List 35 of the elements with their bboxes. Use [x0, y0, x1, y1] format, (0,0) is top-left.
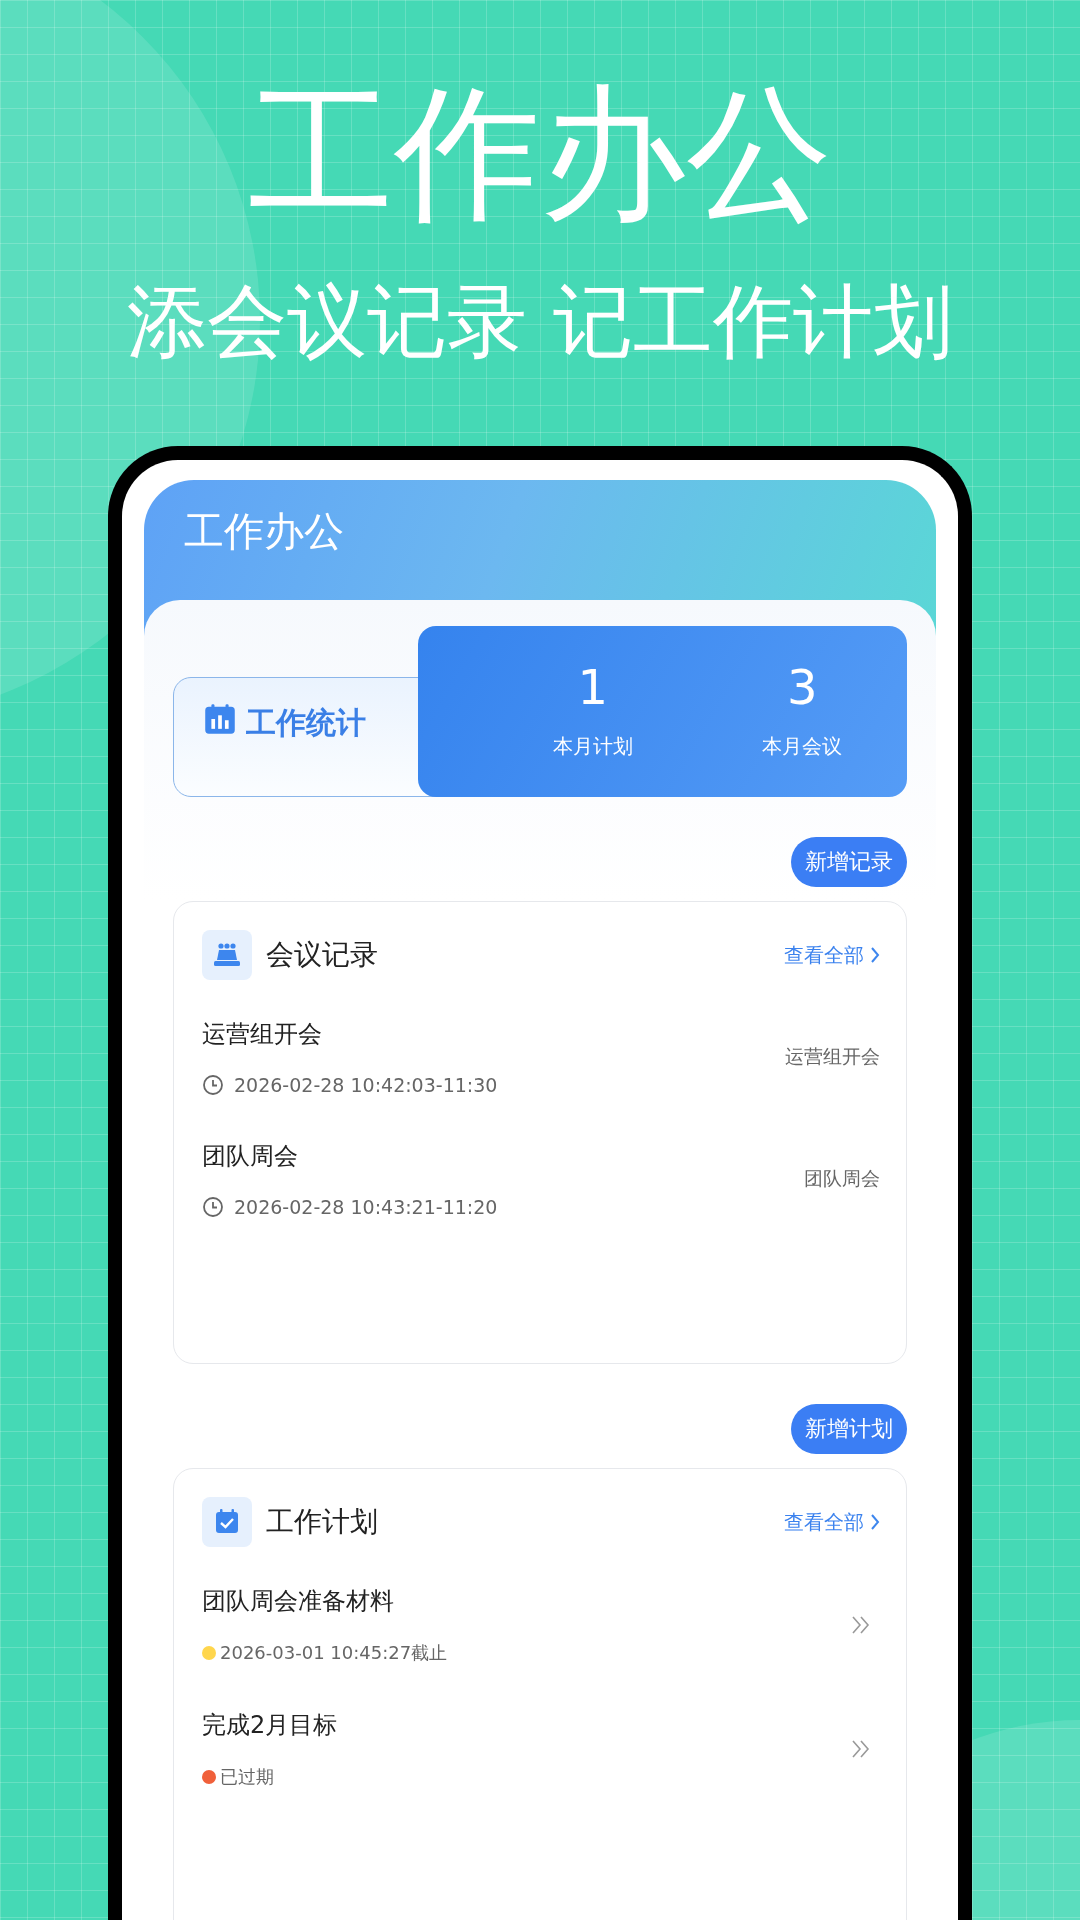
meeting-name: 运营组开会: [785, 1044, 880, 1069]
meeting-time: 2026-02-28 10:43:21-11:20: [234, 1196, 498, 1218]
plan-status: 2026-03-01 10:45:27截止: [220, 1641, 448, 1665]
chevron-icon: [870, 946, 880, 964]
plan-title: 团队周会准备材料: [202, 1586, 395, 1617]
add-record-button[interactable]: 新增记录: [791, 837, 907, 887]
view-all-link[interactable]: 查看全部: [784, 1508, 880, 1536]
clock-icon: [202, 1074, 224, 1096]
card-title: 会议记录: [266, 937, 379, 973]
promo-title: 工作办公: [247, 67, 833, 226]
double-chevron-icon: [850, 1614, 872, 1636]
meeting-title: 运营组开会: [202, 1019, 323, 1050]
calendar-check-icon: [202, 1497, 252, 1547]
promo-subtitle: 添会议记录 记工作计划: [126, 282, 954, 362]
meeting-name: 团队周会: [804, 1166, 880, 1191]
app-title: 工作办公: [184, 508, 344, 554]
plan-item[interactable]: 完成2月目标 已过期: [202, 1709, 880, 1789]
card-title: 工作计划: [266, 1504, 379, 1540]
stat-label: 本月计划: [552, 733, 633, 760]
plan-title: 完成2月目标: [202, 1710, 338, 1741]
meeting-time: 2026-02-28 10:42:03-11:30: [234, 1074, 498, 1096]
chevron-icon: [870, 1513, 880, 1531]
bar-chart-icon: [204, 703, 236, 735]
double-chevron-icon: [850, 1738, 872, 1760]
stats-label: 工作统计: [246, 704, 366, 742]
stat-value: 1: [577, 663, 608, 711]
view-all-link[interactable]: 查看全部: [784, 941, 880, 969]
people-icon: [202, 930, 252, 980]
plan-status: 已过期: [220, 1765, 274, 1789]
plan-item[interactable]: 团队周会准备材料 2026-03-01 10:45:27截止: [202, 1585, 880, 1665]
meeting-title: 团队周会: [202, 1141, 299, 1172]
add-plan-button[interactable]: 新增计划: [791, 1404, 907, 1454]
stat-label: 本月会议: [762, 733, 843, 760]
stat-value: 3: [786, 663, 818, 711]
clock-icon: [202, 1196, 224, 1218]
